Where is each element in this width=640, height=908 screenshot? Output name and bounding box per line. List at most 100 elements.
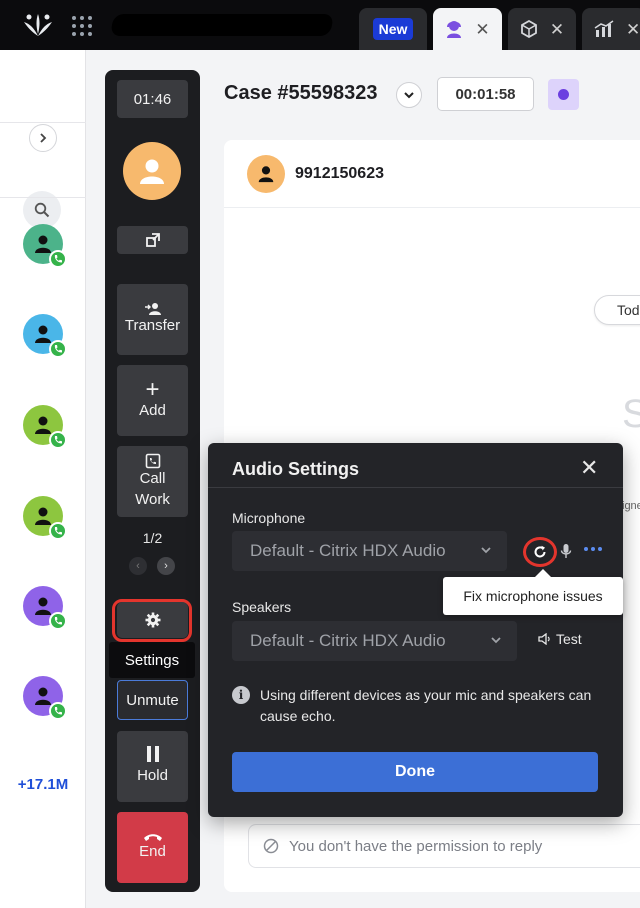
new-badge: New xyxy=(372,18,414,40)
echo-info: i Using different devices as your mic an… xyxy=(232,685,602,727)
pager: ‹ › xyxy=(129,557,175,575)
close-icon[interactable]: ✕ xyxy=(475,21,489,38)
microphone-value: Default - Citrix HDX Audio xyxy=(250,541,446,560)
fix-microphone-tooltip: Fix microphone issues xyxy=(443,569,623,615)
chevron-right-icon[interactable]: › xyxy=(157,557,175,575)
tab-agent[interactable]: ✕ xyxy=(433,8,502,50)
app-logo-icon[interactable] xyxy=(22,12,54,38)
call-control-panel: 01:46 Transfer + Add Call Work 1/2 ‹ › U… xyxy=(105,70,200,892)
end-label: End xyxy=(139,843,166,861)
expand-sidebar-button[interactable] xyxy=(29,124,57,152)
contact-avatar[interactable] xyxy=(23,586,67,630)
hangup-icon xyxy=(143,834,162,842)
unmute-button[interactable]: Unmute xyxy=(117,680,188,720)
search-icon xyxy=(34,202,50,218)
more-options-icon[interactable] xyxy=(584,547,602,551)
divider xyxy=(208,487,623,488)
microphone-select[interactable]: Default - Citrix HDX Audio xyxy=(232,531,507,571)
close-icon[interactable]: ✕ xyxy=(626,21,640,38)
case-timer: 00:01:58 xyxy=(437,77,534,111)
more-contacts-count[interactable]: +17.1M xyxy=(0,776,86,793)
speaker-icon xyxy=(538,633,550,645)
phone-icon xyxy=(49,522,67,540)
contact-avatar[interactable] xyxy=(23,405,67,449)
pause-icon xyxy=(146,746,159,763)
done-button[interactable]: Done xyxy=(232,752,598,792)
contact-avatar[interactable] xyxy=(23,224,67,268)
add-button[interactable]: + Add xyxy=(117,365,188,436)
contact-avatar[interactable] xyxy=(23,676,67,720)
audio-settings-dialog: Audio Settings ✕ Microphone Default - Ci… xyxy=(208,443,623,817)
reply-placeholder: You don't have the permission to reply xyxy=(289,837,543,855)
close-icon[interactable]: ✕ xyxy=(550,21,564,38)
phone-icon xyxy=(49,250,67,268)
conversation-sidebar: +17.1M xyxy=(0,50,86,908)
info-text: Using different devices as your mic and … xyxy=(260,687,592,724)
case-title: Case #55598323 xyxy=(224,82,378,104)
chevron-right-icon xyxy=(40,133,47,143)
tab-new[interactable]: New xyxy=(359,8,427,50)
conversation-header: 9912150623 xyxy=(224,140,640,208)
dialog-title: Audio Settings xyxy=(232,459,359,479)
speakers-select[interactable]: Default - Citrix HDX Audio xyxy=(232,621,517,661)
reply-input[interactable]: You don't have the permission to reply xyxy=(248,824,640,868)
test-label: Test xyxy=(556,631,582,647)
call-work-label: Call Work xyxy=(135,470,170,508)
person-icon xyxy=(140,159,164,184)
highlight-ring xyxy=(112,599,192,642)
hold-button[interactable]: Hold xyxy=(117,731,188,802)
truncated-text: igne xyxy=(622,500,640,512)
tab-chart[interactable]: ✕ xyxy=(582,8,640,50)
status-dot-icon xyxy=(558,89,569,100)
page-indicator: 1/2 xyxy=(142,530,163,546)
popout-button[interactable] xyxy=(117,226,188,254)
end-call-button[interactable]: End xyxy=(117,812,188,883)
date-separator: Tod xyxy=(594,295,640,325)
chart-icon xyxy=(594,20,614,37)
divider xyxy=(0,122,86,123)
transfer-label: Transfer xyxy=(124,317,181,335)
transfer-button[interactable]: Transfer xyxy=(117,284,188,355)
tab-box[interactable]: ✕ xyxy=(508,8,576,50)
app-launcher-icon[interactable] xyxy=(72,16,92,36)
add-label: Add xyxy=(139,402,166,420)
chevron-left-icon[interactable]: ‹ xyxy=(129,557,147,575)
speakers-label: Speakers xyxy=(232,599,292,615)
case-status-indicator[interactable] xyxy=(548,79,579,110)
divider xyxy=(0,197,86,198)
redacted-region xyxy=(110,14,334,36)
chevron-down-icon xyxy=(491,637,501,644)
agent-icon xyxy=(447,21,462,38)
transfer-icon xyxy=(144,303,161,316)
phone-icon xyxy=(49,612,67,630)
top-bar: New ✕ ✕ ✕ xyxy=(0,0,640,50)
fix-microphone-button[interactable] xyxy=(523,537,557,567)
speakers-value: Default - Citrix HDX Audio xyxy=(250,631,446,650)
phone-icon xyxy=(49,431,67,449)
person-icon xyxy=(258,166,274,183)
chevron-down-icon xyxy=(481,547,491,554)
microphone-icon[interactable] xyxy=(560,543,572,559)
phone-icon xyxy=(49,340,67,358)
call-timer: 01:46 xyxy=(117,80,188,118)
hold-label: Hold xyxy=(137,767,168,785)
disabled-icon xyxy=(263,838,279,854)
case-menu-button[interactable] xyxy=(396,82,422,108)
chevron-down-icon xyxy=(404,92,414,99)
background-glyph: S xyxy=(622,392,640,436)
app-window: New ✕ ✕ ✕ +17.1M 01:46 Transfer + Add Ca… xyxy=(0,0,640,908)
test-speakers-button[interactable]: Test xyxy=(538,631,582,647)
call-work-icon xyxy=(145,453,160,469)
microphone-label: Microphone xyxy=(232,510,306,526)
phone-icon xyxy=(49,702,67,720)
customer-avatar xyxy=(247,155,285,193)
customer-phone: 9912150623 xyxy=(295,165,384,182)
caller-avatar xyxy=(123,142,181,200)
info-icon: i xyxy=(232,686,250,704)
contact-avatar[interactable] xyxy=(23,314,67,358)
popout-icon xyxy=(145,233,160,247)
refresh-icon xyxy=(534,545,546,558)
call-work-button[interactable]: Call Work xyxy=(117,446,188,517)
contact-avatar[interactable] xyxy=(23,496,67,540)
close-icon[interactable]: ✕ xyxy=(580,457,598,479)
